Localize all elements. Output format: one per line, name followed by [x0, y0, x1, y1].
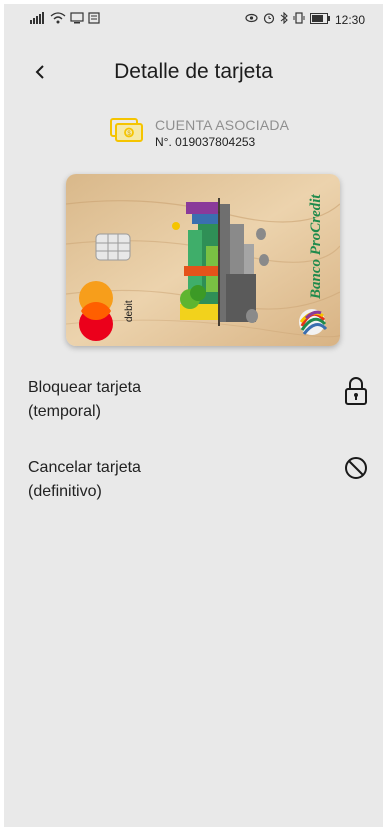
message-icon	[88, 12, 100, 27]
app-header: Detalle de tarjeta	[4, 54, 383, 94]
cash-icon: $	[109, 116, 145, 149]
associated-account: $ CUENTA ASOCIADA N°. 019037804253	[109, 116, 289, 149]
status-left	[30, 12, 100, 27]
mastercard-logo	[79, 281, 113, 341]
block-card-label: Bloquear tarjeta (temporal)	[28, 379, 141, 420]
alarm-icon	[263, 12, 275, 27]
block-icon	[344, 456, 368, 485]
signal-icon	[30, 12, 46, 27]
card-chip	[95, 233, 131, 261]
vibrate-icon	[293, 12, 305, 27]
page-title: Detalle de tarjeta	[114, 60, 273, 83]
status-right: 12:30	[245, 11, 365, 27]
account-label: CUENTA ASOCIADA	[155, 116, 290, 133]
bank-name: Banco ProCredit	[308, 194, 324, 300]
eye-icon	[245, 12, 258, 27]
wifi-icon	[50, 12, 66, 27]
cancel-card-label: Cancelar tarjeta (definitivo)	[28, 459, 141, 500]
account-number: N°. 019037804253	[155, 134, 256, 149]
debit-card-image: Banco ProCredit debit	[66, 174, 340, 346]
cast-icon	[70, 12, 84, 27]
bluetooth-icon	[280, 11, 288, 27]
card-actions: Bloquear tarjeta (temporal) Cancelar tar…	[28, 376, 368, 536]
card-type-label: debit	[124, 300, 135, 322]
cancel-card-item[interactable]: Cancelar tarjeta (definitivo)	[28, 456, 368, 536]
status-bar: 12:30	[4, 4, 383, 34]
status-time: 12:30	[334, 12, 365, 27]
screen: 12:30 Detalle de tarjeta $ CUENTA ASOCIA…	[4, 4, 383, 827]
lock-icon	[344, 376, 368, 411]
battery-icon	[309, 12, 330, 27]
block-card-item[interactable]: Bloquear tarjeta (temporal)	[28, 376, 368, 456]
